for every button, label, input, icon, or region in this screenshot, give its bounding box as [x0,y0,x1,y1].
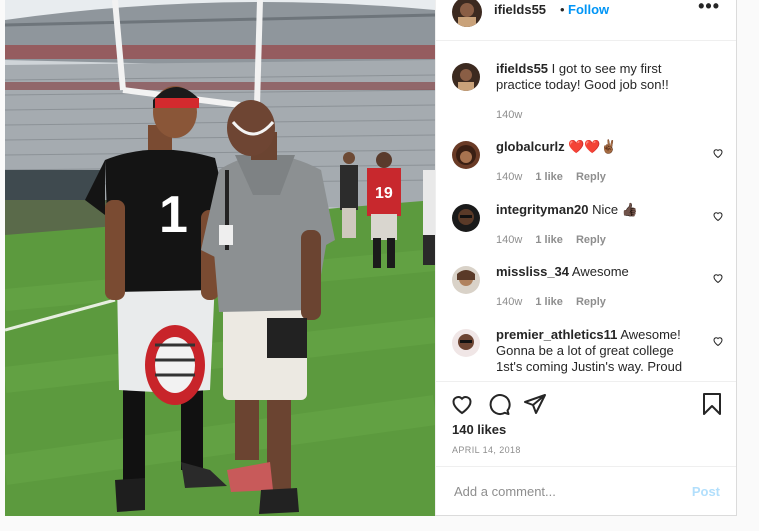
author-avatar[interactable] [452,0,482,27]
comment-meta: 140w 1 like Reply [496,171,616,183]
comment-username[interactable]: premier_athletics11 [496,327,617,342]
comment-avatar[interactable] [452,329,480,357]
comment-likes[interactable]: 1 like [535,171,563,183]
jersey-number: 1 [159,186,188,244]
more-options-icon[interactable]: ••• [698,0,720,17]
like-comment-heart-icon[interactable] [712,335,724,347]
comment-meta: 140w 1 like Reply [496,296,616,308]
post-comment-button[interactable]: Post [692,484,720,499]
follow-button[interactable]: Follow [568,2,609,17]
comment-text: missliss_34 Awesome [496,264,696,280]
like-comment-heart-icon[interactable] [712,147,724,159]
comment-likes[interactable]: 1 like [535,234,563,246]
save-bookmark-icon[interactable] [701,392,723,416]
share-paper-plane-icon[interactable] [523,392,547,416]
comment-meta: 140w 1 like Reply [496,234,616,246]
comment-username[interactable]: missliss_34 [496,264,569,279]
post-actions: 140 likes APRIL 14, 2018 Post [436,381,736,520]
reply-button[interactable]: Reply [576,234,606,246]
comment-time[interactable]: 140w [496,234,522,246]
post-date[interactable]: APRIL 14, 2018 [452,445,521,455]
reply-button[interactable]: Reply [576,296,606,308]
post-header: ifields55 • Follow ••• [436,0,736,41]
comment-body: ❤️❤️✌🏾 [568,139,617,154]
like-comment-heart-icon[interactable] [712,210,724,222]
back-jersey-number: 19 [375,185,393,202]
comment-avatar[interactable] [452,141,480,169]
instagram-post: 19 1 ifields55 • Follow ••• ifields55 I … [5,0,737,516]
add-comment-bar: Post [436,466,736,517]
post-photo[interactable]: 19 1 [5,0,435,516]
add-comment-input[interactable] [452,483,676,500]
caption-meta: 140w [496,109,532,121]
comments-list[interactable]: ifields55 I got to see my first practice… [436,40,736,380]
comment-avatar[interactable] [452,266,480,294]
comment-body: Nice 👍🏿 [592,202,638,217]
comment-body: Awesome [571,264,629,279]
like-heart-icon[interactable] [450,392,474,416]
post-side-panel: ifields55 • Follow ••• ifields55 I got t… [435,0,736,515]
like-comment-heart-icon[interactable] [712,272,724,284]
author-username[interactable]: ifields55 [494,2,546,17]
comment-username[interactable]: globalcurlz [496,139,565,154]
caption-avatar[interactable] [452,63,480,91]
caption-time[interactable]: 140w [496,109,522,121]
comment-time[interactable]: 140w [496,296,522,308]
comment-username[interactable]: integrityman20 [496,202,588,217]
likes-count[interactable]: 140 likes [452,422,506,437]
caption-username[interactable]: ifields55 [496,61,548,76]
caption-text: ifields55 I got to see my first practice… [496,61,696,93]
comment-text: globalcurlz ❤️❤️✌🏾 [496,139,696,155]
comment-text: integrityman20 Nice 👍🏿 [496,202,696,218]
comment-likes[interactable]: 1 like [535,296,563,308]
comment-time[interactable]: 140w [496,171,522,183]
comment-bubble-icon[interactable] [487,392,511,416]
separator-dot: • [560,2,565,17]
reply-button[interactable]: Reply [576,171,606,183]
comment-text: premier_athletics11 Awesome! Gonna be a … [496,327,696,375]
comment-avatar[interactable] [452,204,480,232]
